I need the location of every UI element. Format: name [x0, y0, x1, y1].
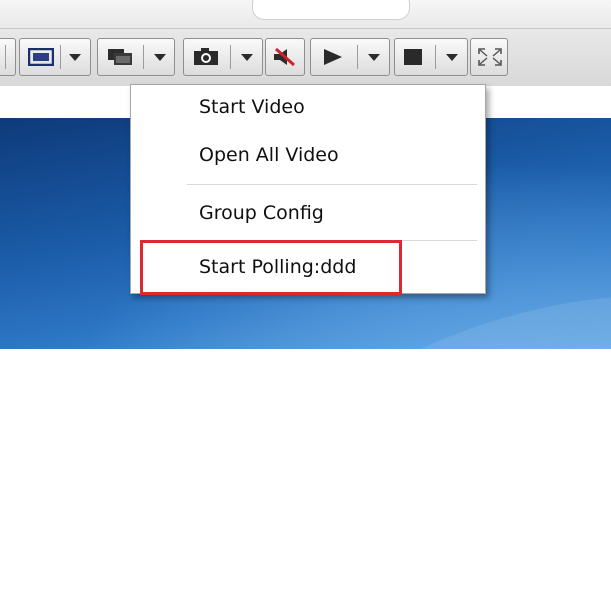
camera-icon — [194, 48, 218, 65]
menu-item-start-video[interactable]: Start Video — [131, 85, 487, 129]
menu-item-label: Group Config — [199, 202, 324, 224]
highlight-box — [140, 240, 402, 295]
window-frame-icon — [28, 48, 54, 66]
audio-button[interactable] — [265, 38, 305, 76]
menu-item-group-config[interactable]: Group Config — [131, 191, 487, 235]
split-window-icon — [108, 49, 132, 65]
menu-item-label: Start Video — [199, 96, 305, 118]
fullscreen-icon — [478, 48, 502, 66]
chevron-down-icon[interactable] — [241, 54, 253, 61]
menu-item-open-all-video[interactable]: Open All Video — [131, 133, 487, 177]
chevron-down-icon[interactable] — [446, 54, 458, 61]
fullscreen-button[interactable] — [470, 38, 508, 76]
snapshot-dropdown-button[interactable] — [183, 38, 263, 76]
chevron-down-icon[interactable] — [154, 54, 166, 61]
menu-separator — [187, 184, 477, 185]
stop-dropdown-button[interactable] — [394, 38, 468, 76]
wallpaper-swirl — [238, 243, 611, 613]
top-bar — [0, 0, 611, 28]
chevron-down-icon[interactable] — [69, 54, 81, 61]
window-frame-dropdown-button[interactable] — [19, 38, 91, 76]
top-tab[interactable] — [252, 0, 410, 20]
chevron-down-icon[interactable] — [368, 54, 380, 61]
video-toolbar — [0, 28, 611, 88]
play-icon — [324, 49, 342, 65]
play-dropdown-button[interactable] — [310, 38, 390, 76]
split-window-dropdown-button[interactable] — [97, 38, 175, 76]
stop-icon — [404, 49, 422, 65]
speaker-mute-icon — [274, 48, 295, 66]
layout-button[interactable] — [0, 38, 16, 76]
menu-item-label: Open All Video — [199, 144, 339, 166]
